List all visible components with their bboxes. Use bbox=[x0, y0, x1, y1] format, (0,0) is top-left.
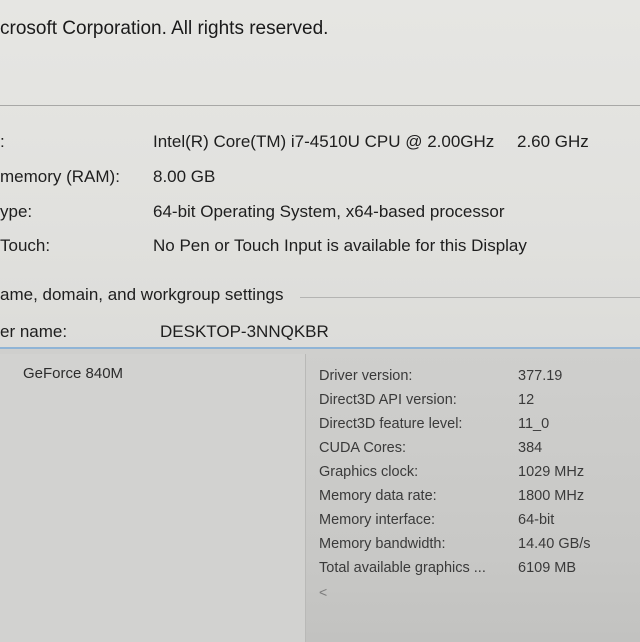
scroll-left-arrow-icon[interactable]: < bbox=[319, 584, 327, 600]
memory-value: 8.00 GB bbox=[153, 167, 216, 186]
detail-row-driver-version: Driver version: 377.19 bbox=[305, 368, 640, 390]
detail-key: Graphics clock: bbox=[319, 464, 419, 480]
gpu-list-item[interactable]: GeForce 840M bbox=[23, 365, 123, 382]
detail-value: 12 bbox=[518, 392, 535, 408]
processor-value: Intel(R) Core(TM) i7-4510U CPU @ 2.00GHz bbox=[153, 132, 495, 151]
section-divider bbox=[0, 105, 640, 106]
detail-row-cuda-cores: CUDA Cores: 384 bbox=[305, 440, 640, 462]
detail-key: CUDA Cores: bbox=[319, 440, 407, 456]
detail-row-memory-bandwidth: Memory bandwidth: 14.40 GB/s bbox=[305, 536, 640, 558]
detail-value: 384 bbox=[518, 440, 543, 456]
detail-value: 1800 MHz bbox=[518, 488, 585, 504]
detail-value: 64-bit bbox=[518, 512, 555, 528]
detail-value: 14.40 GB/s bbox=[518, 536, 591, 552]
detail-key: Memory data rate: bbox=[319, 488, 437, 504]
memory-label: memory (RAM): bbox=[0, 167, 120, 186]
detail-row-memory-interface: Memory interface: 64-bit bbox=[305, 512, 640, 534]
computer-name-label: er name: bbox=[0, 322, 68, 341]
detail-row-total-graphics-memory: Total available graphics ... 6109 MB bbox=[305, 560, 640, 582]
system-properties-panel: crosoft Corporation. All rights reserved… bbox=[0, 0, 640, 355]
pen-touch-label: Touch: bbox=[0, 236, 51, 255]
detail-value: 377.19 bbox=[518, 368, 563, 384]
detail-row-direct3d-api: Direct3D API version: 12 bbox=[305, 392, 640, 414]
detail-row-graphics-clock: Graphics clock: 1029 MHz bbox=[305, 464, 640, 486]
detail-value: 6109 MB bbox=[518, 560, 577, 576]
processor-row: : Intel(R) Core(TM) i7-4510U CPU @ 2.00G… bbox=[0, 132, 640, 158]
copyright-text: crosoft Corporation. All rights reserved… bbox=[0, 18, 329, 39]
pen-touch-row: Touch: No Pen or Touch Input is availabl… bbox=[0, 236, 640, 262]
pen-touch-value: No Pen or Touch Input is available for t… bbox=[153, 236, 527, 255]
detail-key: Total available graphics ... bbox=[319, 560, 486, 576]
gpu-list: GeForce 840M bbox=[0, 354, 306, 642]
detail-key: Direct3D feature level: bbox=[319, 416, 463, 432]
processor-label: : bbox=[0, 132, 5, 151]
detail-row-memory-data-rate: Memory data rate: 1800 MHz bbox=[305, 488, 640, 510]
computer-name-value: DESKTOP-3NNQKBR bbox=[160, 322, 329, 341]
processor-speed-value: 2.60 GHz bbox=[517, 132, 589, 151]
system-type-value: 64-bit Operating System, x64-based proce… bbox=[153, 202, 505, 221]
detail-key: Memory bandwidth: bbox=[319, 536, 446, 552]
detail-key: Memory interface: bbox=[319, 512, 436, 528]
system-type-label: ype: bbox=[0, 202, 33, 221]
detail-key: Driver version: bbox=[319, 368, 413, 384]
computer-name-row: er name: DESKTOP-3NNQKBR bbox=[0, 322, 640, 348]
computer-name-section-title: ame, domain, and workgroup settings bbox=[0, 285, 284, 304]
detail-key: Direct3D API version: bbox=[319, 392, 457, 408]
detail-value: 11_0 bbox=[518, 416, 550, 432]
gpu-details-table: Driver version: 377.19 Direct3D API vers… bbox=[305, 354, 640, 642]
memory-row: memory (RAM): 8.00 GB bbox=[0, 167, 640, 193]
section-rule bbox=[300, 297, 640, 298]
detail-value: 1029 MHz bbox=[518, 464, 585, 480]
detail-row-direct3d-feature: Direct3D feature level: 11_0 bbox=[305, 416, 640, 438]
system-type-row: ype: 64-bit Operating System, x64-based … bbox=[0, 202, 640, 228]
nvidia-system-information-panel: GeForce 840M Driver version: 377.19 Dire… bbox=[0, 347, 640, 642]
